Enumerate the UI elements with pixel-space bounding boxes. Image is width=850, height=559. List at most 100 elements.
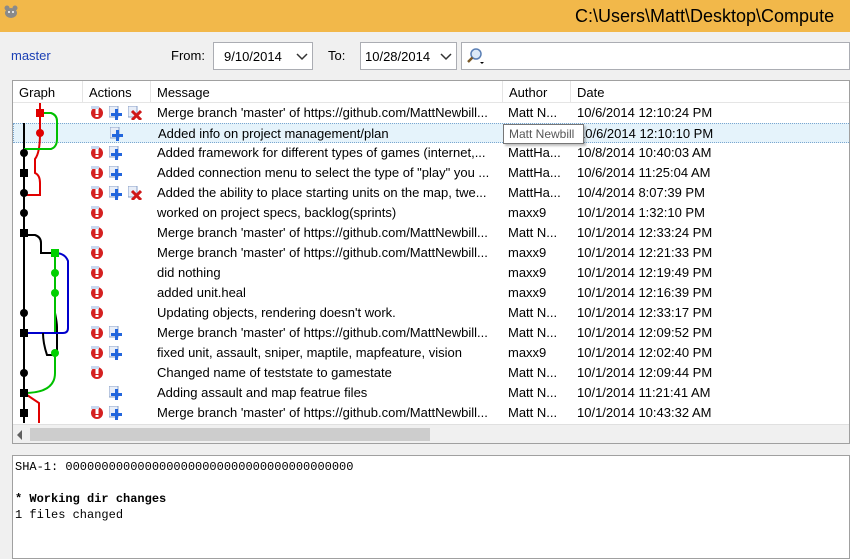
table-row[interactable]: Merge branch 'master' of https://github.… [13,403,849,423]
table-row[interactable]: did nothing maxx9 10/1/2014 12:19:49 PM [13,263,849,283]
chevron-down-icon[interactable] [292,43,312,69]
add-icon[interactable] [108,405,123,420]
row-message: Added connection menu to select the type… [157,165,490,180]
add-icon[interactable] [108,185,123,200]
row-date: 10/1/2014 12:33:17 PM [577,305,713,320]
grid-header: Graph Actions Message Author Date [13,81,849,103]
scrollbar-thumb[interactable] [30,428,430,441]
add-icon[interactable] [108,145,123,160]
graph-node[interactable] [51,269,59,277]
row-author: maxx9 [508,205,547,220]
row-date: 10/1/2014 12:09:52 PM [577,325,713,340]
graph-node[interactable] [20,389,28,397]
conflict-icon[interactable] [90,406,104,420]
from-date-picker[interactable]: 9/10/2014 [213,42,313,70]
add-icon[interactable] [108,105,123,120]
graph-node[interactable] [20,409,28,417]
search-box[interactable] [461,42,850,70]
table-row[interactable]: Merge branch 'master' of https://github.… [13,223,849,243]
add-icon[interactable] [108,385,123,400]
remove-icon[interactable] [127,105,143,122]
table-row[interactable]: Added info on project management/plan Mat… [13,123,849,143]
table-row[interactable]: Merge branch 'master' of https://github.… [13,323,849,343]
files-changed-line: 1 files changed [15,508,124,522]
conflict-icon[interactable] [90,206,104,220]
conflict-icon[interactable] [90,106,104,120]
commit-graph [20,103,69,423]
conflict-icon[interactable] [90,306,104,320]
table-row[interactable]: Updating objects, rendering doesn't work… [13,303,849,323]
conflict-icon[interactable] [90,326,104,340]
graph-node[interactable] [20,189,28,197]
graph-node[interactable] [51,249,59,257]
row-date: 10/1/2014 12:19:49 PM [577,265,713,280]
graph-node[interactable] [20,209,28,217]
conflict-icon[interactable] [90,146,104,160]
header-date[interactable]: Date [571,81,849,103]
to-date-picker[interactable]: 10/28/2014 [360,42,457,70]
row-message: Adding assault and map featrue files [157,385,368,400]
add-icon[interactable] [108,325,123,340]
conflict-icon[interactable] [90,166,104,180]
to-date-value: 10/28/2014 [365,49,431,64]
header-author[interactable]: Author [503,81,571,103]
table-row[interactable]: Added the ability to place starting unit… [13,183,849,203]
add-icon[interactable] [109,126,124,141]
row-actions [88,264,158,282]
branch-label[interactable]: master [11,48,51,63]
row-message: Merge branch 'master' of https://github.… [157,225,488,240]
row-date: 10/1/2014 12:33:24 PM [577,225,713,240]
conflict-icon[interactable] [90,266,104,280]
row-author: Matt N... [508,225,558,240]
row-author: MattHa... [508,185,561,200]
header-graph[interactable]: Graph [13,81,83,103]
row-actions [88,364,158,382]
table-row[interactable]: Adding assault and map featrue files Matt… [13,383,849,403]
commit-grid[interactable]: Graph Actions Message Author Date Merge … [12,80,850,444]
row-actions [88,344,158,362]
row-date: 10/6/2014 11:25:04 AM [577,165,711,180]
chevron-down-icon[interactable] [436,43,456,69]
graph-node[interactable] [20,369,28,377]
table-row[interactable]: Added framework for different types of g… [13,143,849,163]
header-message[interactable]: Message [151,81,503,103]
conflict-icon[interactable] [90,186,104,200]
header-actions[interactable]: Actions [83,81,151,103]
graph-node[interactable] [51,289,59,297]
row-date: 10/1/2014 12:21:33 PM [577,245,713,260]
table-row[interactable]: fixed unit, assault, sniper, maptile, ma… [13,343,849,363]
table-row[interactable]: Merge branch 'master' of https://github.… [13,103,849,123]
graph-node[interactable] [20,169,28,177]
search-input[interactable] [488,45,846,67]
graph-node[interactable] [20,149,28,157]
conflict-icon[interactable] [90,286,104,300]
row-actions [88,104,158,122]
filter-bar: master From: 9/10/2014 To: 10/28/2014 [0,32,850,78]
table-row[interactable]: Changed name of teststate to gamestate Ma… [13,363,849,383]
add-icon[interactable] [108,345,123,360]
remove-icon[interactable] [127,185,143,202]
table-row[interactable]: worked on project specs, backlog(sprints… [13,203,849,223]
author-tooltip: Matt Newbill [503,124,584,144]
graph-node[interactable] [20,329,28,337]
graph-node[interactable] [20,309,28,317]
graph-node[interactable] [36,129,44,137]
graph-node[interactable] [36,109,44,117]
row-message: Added info on project management/plan [158,126,389,141]
horizontal-scrollbar[interactable] [13,424,849,443]
graph-node[interactable] [51,349,59,357]
table-row[interactable]: added unit.heal maxx9 10/1/2014 12:16:39 P… [13,283,849,303]
add-icon[interactable] [108,165,123,180]
row-actions [88,384,158,402]
table-row[interactable]: Added connection menu to select the type… [13,163,849,183]
search-icon[interactable] [465,47,485,67]
graph-node[interactable] [20,229,28,237]
conflict-icon[interactable] [90,366,104,380]
conflict-icon[interactable] [90,346,104,360]
commit-details-pane[interactable]: SHA-1: 000000000000000000000000000000000… [12,455,850,559]
conflict-icon[interactable] [90,226,104,240]
row-message: Changed name of teststate to gamestate [157,365,392,380]
table-row[interactable]: Merge branch 'master' of https://github.… [13,243,849,263]
scroll-left-icon[interactable] [17,430,22,440]
conflict-icon[interactable] [90,246,104,260]
